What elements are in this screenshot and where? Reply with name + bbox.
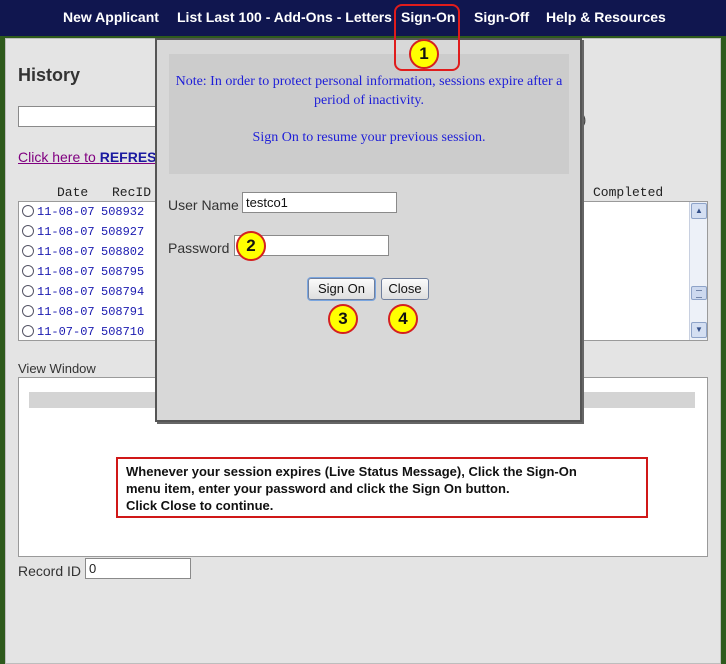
column-header-recid: RecID [112, 185, 152, 200]
callout-1: 1 [409, 39, 439, 69]
row-recid: 508802 [101, 245, 145, 259]
row-radio[interactable] [22, 245, 34, 257]
scroll-up-icon[interactable]: ▲ [691, 203, 707, 219]
row-recid: 508710 [101, 325, 145, 339]
row-radio[interactable] [22, 265, 34, 277]
session-note-text: Note: In order to protect personal infor… [175, 74, 563, 108]
row-date: 11-07-07 [37, 325, 95, 339]
row-recid: 508794 [101, 285, 145, 299]
nav-sign-off[interactable]: Sign-Off [474, 9, 529, 25]
sign-on-dialog: Note: In order to protect personal infor… [155, 38, 582, 422]
row-radio[interactable] [22, 285, 34, 297]
callout-4: 4 [388, 304, 418, 334]
callout-3: 3 [328, 304, 358, 334]
callout-2: 2 [236, 231, 266, 261]
row-recid: 508932 [101, 205, 145, 219]
page-title: History [18, 65, 81, 85]
close-button[interactable]: Close [381, 278, 429, 300]
row-date: 11-08-07 [37, 285, 95, 299]
instruction-box: Whenever your session expires (Live Stat… [116, 457, 648, 518]
scrollbar-thumb[interactable] [691, 286, 707, 300]
view-window-label: View Window [18, 361, 96, 376]
list-scrollbar[interactable]: ▲ ▼ [689, 202, 707, 340]
instruction-line: Whenever your session expires (Live Stat… [126, 464, 577, 479]
row-radio[interactable] [22, 325, 34, 337]
record-id-label: Record ID [18, 563, 82, 579]
session-note: Note: In order to protect personal infor… [169, 54, 569, 174]
nav-help-resources[interactable]: Help & Resources [546, 9, 666, 25]
nav-list-last-100[interactable]: List Last 100 - Add-Ons - Letters [177, 9, 392, 25]
refresh-link-prefix: Click here to [18, 149, 100, 165]
history-search-input[interactable] [18, 106, 158, 127]
column-header-completed: Completed [593, 185, 664, 200]
top-nav-bar: New Applicant List Last 100 - Add-Ons - … [0, 0, 726, 36]
sign-on-button[interactable]: Sign On [308, 278, 375, 300]
nav-new-applicant[interactable]: New Applicant [63, 9, 159, 25]
row-recid: 508791 [101, 305, 145, 319]
password-label: Password [168, 240, 230, 256]
instruction-line: Click Close to continue. [126, 498, 274, 513]
row-radio[interactable] [22, 205, 34, 217]
row-recid: 508927 [101, 225, 145, 239]
record-id-input[interactable]: 0 [85, 558, 191, 579]
refresh-link[interactable]: Click here to REFRES [18, 149, 157, 165]
refresh-link-bold: REFRES [99, 149, 157, 165]
column-header-date: Date [57, 185, 89, 200]
row-date: 11-08-07 [37, 305, 95, 319]
row-date: 11-08-07 [37, 225, 95, 239]
username-input[interactable]: testco1 [242, 192, 397, 213]
row-date: 11-08-07 [37, 245, 95, 259]
row-date: 11-08-07 [37, 265, 95, 279]
instruction-line: menu item, enter your password and click… [126, 481, 510, 496]
row-recid: 508795 [101, 265, 145, 279]
scroll-down-icon[interactable]: ▼ [691, 322, 707, 338]
row-date: 11-08-07 [37, 205, 95, 219]
row-radio[interactable] [22, 225, 34, 237]
row-radio[interactable] [22, 305, 34, 317]
session-note-instruction: Sign On to resume your previous session. [252, 130, 486, 145]
username-label: User Name [168, 197, 239, 213]
